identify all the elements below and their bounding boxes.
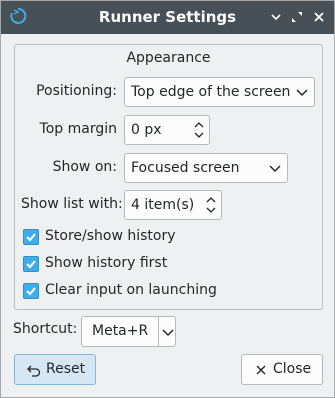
shortcut-button[interactable]: Meta+R xyxy=(81,316,176,347)
show-on-value: Focused screen xyxy=(131,160,240,176)
spin-arrows-icon[interactable] xyxy=(205,195,217,215)
store-history-checkbox-row[interactable]: Store/show history xyxy=(23,228,303,248)
chevron-down-icon xyxy=(296,89,308,97)
minimize-button[interactable] xyxy=(268,9,284,25)
show-history-first-checkbox-row[interactable]: Show history first xyxy=(23,255,303,275)
top-margin-spinbox[interactable]: 0 px xyxy=(124,115,210,145)
reset-button[interactable]: Reset xyxy=(14,354,96,385)
store-history-label: Store/show history xyxy=(45,228,176,244)
clear-input-checkbox-row[interactable]: Clear input on launching xyxy=(23,282,303,302)
reset-label: Reset xyxy=(46,361,86,377)
top-margin-value: 0 px xyxy=(131,122,162,138)
checkmark-icon xyxy=(26,287,36,296)
clear-input-checkbox[interactable] xyxy=(23,283,39,299)
show-on-label: Show on: xyxy=(52,159,117,175)
checkmark-icon xyxy=(26,233,36,242)
chevron-down-icon xyxy=(269,165,281,173)
chevron-down-icon[interactable] xyxy=(162,327,174,337)
show-list-with-spinbox[interactable]: 4 item(s) xyxy=(124,190,222,220)
positioning-combobox[interactable]: Top edge of the screen xyxy=(124,77,315,107)
close-label: Close xyxy=(273,361,312,377)
clear-input-label: Clear input on launching xyxy=(45,282,217,298)
show-list-with-label: Show list with: xyxy=(21,196,123,212)
runner-settings-window: Runner Settings Appearance Positioning: … xyxy=(0,0,335,398)
appearance-title: Appearance xyxy=(126,50,211,66)
show-list-with-value: 4 item(s) xyxy=(131,197,195,213)
checkmark-icon xyxy=(26,260,36,269)
shortcut-separator xyxy=(158,317,159,346)
close-window-button[interactable] xyxy=(311,9,327,25)
window-title: Runner Settings xyxy=(98,8,237,26)
show-history-first-checkbox[interactable] xyxy=(23,256,39,272)
undo-icon xyxy=(27,365,41,377)
positioning-value: Top edge of the screen xyxy=(131,84,291,100)
minimize-icon xyxy=(271,14,281,21)
shortcut-value: Meta+R xyxy=(92,323,149,339)
show-on-combobox[interactable]: Focused screen xyxy=(124,153,288,183)
maximize-button[interactable] xyxy=(289,9,305,25)
close-button[interactable]: Close xyxy=(241,354,323,385)
shortcut-label: Shortcut: xyxy=(13,321,78,337)
close-icon xyxy=(256,365,266,375)
positioning-label: Positioning: xyxy=(36,83,117,99)
top-margin-label: Top margin xyxy=(39,121,117,137)
title-bar[interactable]: Runner Settings xyxy=(1,1,334,34)
maximize-icon xyxy=(292,12,302,22)
spin-arrows-icon[interactable] xyxy=(193,120,205,140)
store-history-checkbox[interactable] xyxy=(23,229,39,245)
show-history-first-label: Show history first xyxy=(45,255,168,271)
close-icon xyxy=(314,12,324,22)
